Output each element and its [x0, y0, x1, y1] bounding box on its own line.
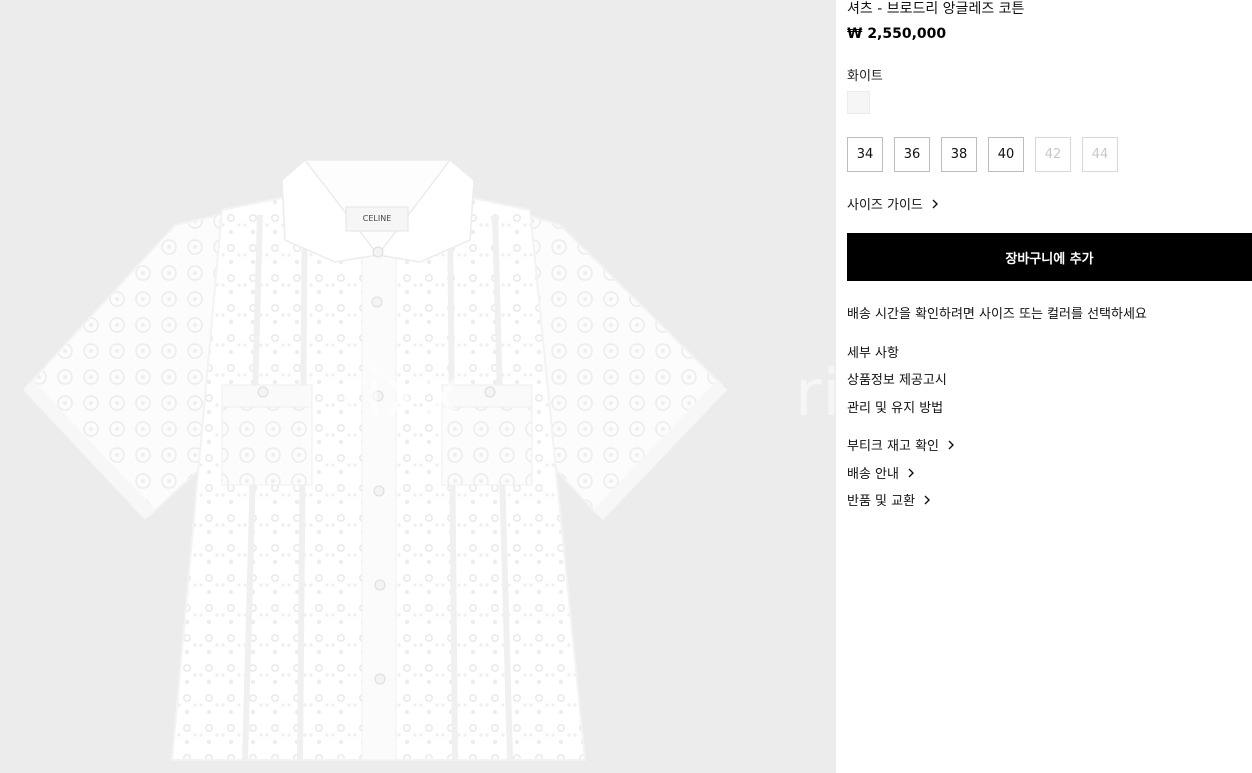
shipping-note: 배송 시간을 확인하려면 사이즈 또는 컬러를 선택하세요	[847, 307, 1147, 322]
boutique-stock-label: 부티크 재고 확인	[847, 439, 939, 454]
size-option-38[interactable]: 38	[941, 137, 977, 172]
product-details-panel: 셔츠 - 브로드리 앙글레즈 코튼 ₩ 2,550,000 화이트 34 36 …	[847, 0, 1252, 773]
color-name: 화이트	[847, 69, 883, 84]
chevron-right-icon	[924, 495, 931, 504]
returns-label: 반품 및 교환	[847, 494, 916, 509]
boutique-stock-link[interactable]: 부티크 재고 확인	[847, 435, 957, 454]
returns-link[interactable]: 반품 및 교환	[847, 490, 933, 509]
shipping-info-link[interactable]: 배송 안내	[847, 463, 917, 482]
size-option-44: 44	[1082, 137, 1118, 172]
chevron-right-icon	[932, 199, 938, 208]
size-guide-link[interactable]: 사이즈 가이드	[847, 194, 941, 213]
details-link[interactable]: 세부 사항	[847, 342, 899, 361]
product-price: ₩ 2,550,000	[847, 26, 947, 42]
product-notice-link[interactable]: 상품정보 제공고시	[847, 369, 947, 388]
add-to-cart-button[interactable]: 장바구니에 추가	[847, 233, 1252, 281]
size-selector: 34 36 38 40 42 44	[847, 137, 1118, 172]
product-title: 셔츠 - 브로드리 앙글레즈 코튼	[847, 1, 1025, 17]
watermark-text-2: rixx	[795, 357, 836, 431]
shipping-info-label: 배송 안내	[847, 467, 899, 482]
brand-label-text: CELINE	[363, 214, 392, 223]
care-link[interactable]: 관리 및 유지 방법	[847, 397, 943, 416]
size-option-36[interactable]: 36	[894, 137, 930, 172]
size-guide-label: 사이즈 가이드	[847, 198, 923, 213]
size-option-42: 42	[1035, 137, 1071, 172]
chevron-right-icon	[948, 440, 954, 449]
watermark-text: rixx	[338, 357, 462, 431]
color-swatch-white[interactable]	[847, 91, 870, 114]
size-option-40[interactable]: 40	[988, 137, 1024, 172]
size-option-34[interactable]: 34	[847, 137, 883, 172]
chevron-right-icon	[908, 468, 914, 477]
product-image[interactable]: CELINE rixx rixx	[0, 0, 836, 773]
